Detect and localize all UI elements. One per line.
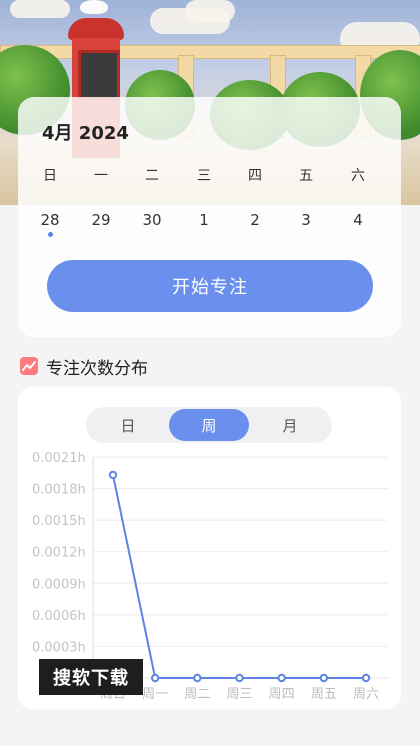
y-tick-label: 0.0006h <box>32 609 86 624</box>
seagull-illustration <box>80 0 108 14</box>
calendar-day[interactable]: 29 <box>81 211 121 229</box>
weekday-wed: 三 <box>197 168 211 184</box>
y-tick-label: 0.0003h <box>32 640 86 655</box>
x-tick-label: 周二 <box>184 687 210 702</box>
calendar-day[interactable]: 2 <box>235 211 275 229</box>
x-tick-label: 周一 <box>142 687 168 702</box>
calendar-card: 4月 2024 日 一 二 三 四 五 六 28 29 30 1 2 3 4 开… <box>18 97 401 337</box>
data-point <box>361 673 371 683</box>
weekday-thu: 四 <box>248 168 262 184</box>
calendar-day[interactable]: 30 <box>132 211 172 229</box>
calendar-day[interactable]: 3 <box>286 211 326 229</box>
x-tick-label: 周五 <box>311 687 337 702</box>
data-point <box>150 673 160 683</box>
x-tick-label: 周四 <box>269 687 295 702</box>
series-line <box>112 474 366 679</box>
calendar-day[interactable]: 4 <box>338 211 378 229</box>
section-header: 专注次数分布 <box>20 352 148 380</box>
trend-chart-icon <box>20 357 38 375</box>
y-tick-label: 0.0018h <box>32 483 86 498</box>
y-tick-label: 0.0015h <box>32 514 86 529</box>
selected-day-indicator <box>48 232 53 237</box>
data-point <box>277 673 286 683</box>
weekday-tue: 二 <box>145 168 159 184</box>
start-focus-button[interactable]: 开始专注 <box>47 260 373 312</box>
weekday-fri: 五 <box>299 168 313 184</box>
x-tick-label: 周三 <box>226 687 252 702</box>
y-tick-label: 0.0012h <box>32 546 86 561</box>
y-tick-label: 0.0021h <box>32 451 86 466</box>
data-point <box>235 673 244 683</box>
calendar-day[interactable]: 1 <box>184 211 224 229</box>
data-point <box>319 673 329 683</box>
data-point <box>193 673 202 683</box>
watermark-label: 搜软下载 <box>39 659 143 695</box>
y-tick-label: 0.0009h <box>32 577 86 592</box>
x-tick-label: 周六 <box>353 687 379 702</box>
data-point <box>108 470 118 480</box>
calendar-day[interactable]: 28 <box>30 211 70 229</box>
weekday-sat: 六 <box>351 168 365 184</box>
weekday-sun: 日 <box>43 168 57 184</box>
weekday-mon: 一 <box>94 168 108 184</box>
month-label[interactable]: 4月 2024 <box>42 119 129 145</box>
section-title: 专注次数分布 <box>46 358 148 379</box>
